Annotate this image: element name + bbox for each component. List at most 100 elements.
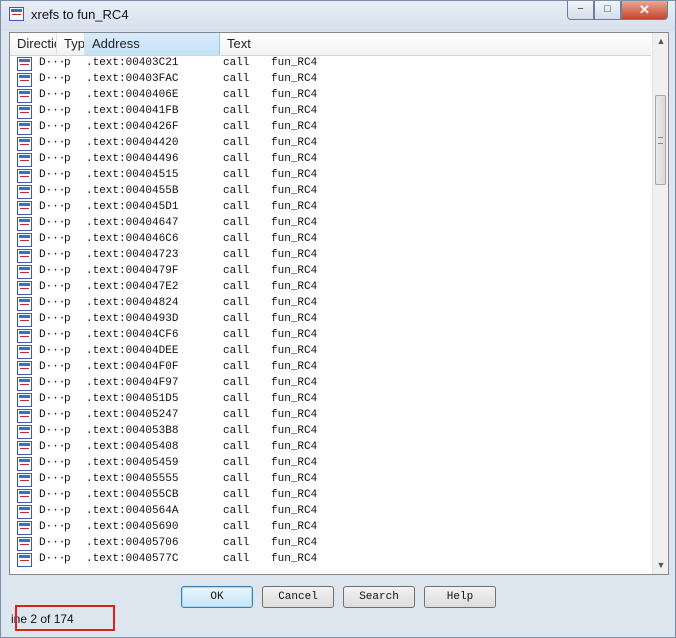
table-row[interactable]: D··· p .text:00403C21 call fun_RC4 <box>10 56 651 72</box>
table-row[interactable]: D··· p .text:00404420 call fun_RC4 <box>10 136 651 152</box>
xref-icon <box>17 233 32 247</box>
target-cell: fun_RC4 <box>271 505 318 517</box>
type-cell: p <box>64 457 71 469</box>
direction-cell: D··· <box>39 425 66 437</box>
instruction-cell: call <box>223 425 250 437</box>
table-row[interactable]: D··· p .text:00405690 call fun_RC4 <box>10 520 651 536</box>
type-cell: p <box>64 153 71 165</box>
target-cell: fun_RC4 <box>271 105 318 117</box>
table-row[interactable]: D··· p .text:0040406E call fun_RC4 <box>10 88 651 104</box>
type-cell: p <box>64 121 71 133</box>
column-header-address[interactable]: Address <box>85 33 220 55</box>
type-cell: p <box>64 313 71 325</box>
address-cell: .text:00405459 <box>86 457 179 469</box>
instruction-cell: call <box>223 121 250 133</box>
type-cell: p <box>64 201 71 213</box>
scroll-up-arrow-icon[interactable]: ▲ <box>653 33 668 50</box>
table-row[interactable]: D··· p .text:00404F97 call fun_RC4 <box>10 376 651 392</box>
maximize-button[interactable]: □ <box>594 1 621 20</box>
table-row[interactable]: D··· p .text:0040493D call fun_RC4 <box>10 312 651 328</box>
instruction-cell: call <box>223 409 250 421</box>
xref-icon <box>17 521 32 535</box>
instruction-cell: call <box>223 345 250 357</box>
column-header-text[interactable]: Text <box>220 33 651 55</box>
table-row[interactable]: D··· p .text:004055CB call fun_RC4 <box>10 488 651 504</box>
type-cell: p <box>64 537 71 549</box>
table-row[interactable]: D··· p .text:00405408 call fun_RC4 <box>10 440 651 456</box>
type-cell: p <box>64 297 71 309</box>
xrefs-list[interactable]: Directio Typ Address Text D··· p .text:004… <box>9 32 669 575</box>
table-row[interactable]: D··· p .text:004046C6 call fun_RC4 <box>10 232 651 248</box>
instruction-cell: call <box>223 297 250 309</box>
column-header-direction[interactable]: Directio <box>10 33 57 55</box>
target-cell: fun_RC4 <box>271 329 318 341</box>
instruction-cell: call <box>223 57 250 69</box>
type-cell: p <box>64 105 71 117</box>
target-cell: fun_RC4 <box>271 137 318 149</box>
direction-cell: D··· <box>39 233 66 245</box>
table-row[interactable]: D··· p .text:004053B8 call fun_RC4 <box>10 424 651 440</box>
address-cell: .text:004046C6 <box>86 233 179 245</box>
table-row[interactable]: D··· p .text:0040426F call fun_RC4 <box>10 120 651 136</box>
type-cell: p <box>64 473 71 485</box>
table-row[interactable]: D··· p .text:0040479F call fun_RC4 <box>10 264 651 280</box>
scroll-down-arrow-icon[interactable]: ▼ <box>653 557 668 574</box>
vertical-scrollbar[interactable]: ▲ ▼ <box>652 33 668 574</box>
xref-icon <box>17 489 32 503</box>
table-row[interactable]: D··· p .text:004045D1 call fun_RC4 <box>10 200 651 216</box>
target-cell: fun_RC4 <box>271 281 318 293</box>
target-cell: fun_RC4 <box>271 249 318 261</box>
table-row[interactable]: D··· p .text:004041FB call fun_RC4 <box>10 104 651 120</box>
table-row[interactable]: D··· p .text:00405459 call fun_RC4 <box>10 456 651 472</box>
direction-cell: D··· <box>39 457 66 469</box>
table-row[interactable]: D··· p .text:00404824 call fun_RC4 <box>10 296 651 312</box>
column-header-type[interactable]: Typ <box>57 33 85 55</box>
direction-cell: D··· <box>39 361 66 373</box>
xref-icon <box>17 313 32 327</box>
table-row[interactable]: D··· p .text:004051D5 call fun_RC4 <box>10 392 651 408</box>
table-row[interactable]: D··· p .text:0040577C call fun_RC4 <box>10 552 651 568</box>
type-cell: p <box>64 169 71 181</box>
direction-cell: D··· <box>39 57 66 69</box>
help-button[interactable]: Help <box>424 586 496 608</box>
table-row[interactable]: D··· p .text:00404DEE call fun_RC4 <box>10 344 651 360</box>
xref-icon <box>17 137 32 151</box>
direction-cell: D··· <box>39 217 66 229</box>
target-cell: fun_RC4 <box>271 217 318 229</box>
instruction-cell: call <box>223 505 250 517</box>
instruction-cell: call <box>223 329 250 341</box>
direction-cell: D··· <box>39 281 66 293</box>
direction-cell: D··· <box>39 393 66 405</box>
scrollbar-thumb[interactable] <box>655 95 666 185</box>
target-cell: fun_RC4 <box>271 441 318 453</box>
table-row[interactable]: D··· p .text:00404515 call fun_RC4 <box>10 168 651 184</box>
xref-icon <box>17 201 32 215</box>
address-cell: .text:00405247 <box>86 409 179 421</box>
cancel-button[interactable]: Cancel <box>262 586 334 608</box>
instruction-cell: call <box>223 265 250 277</box>
table-row[interactable]: D··· p .text:00403FAC call fun_RC4 <box>10 72 651 88</box>
minimize-button[interactable]: − <box>567 1 594 20</box>
search-button[interactable]: Search <box>343 586 415 608</box>
close-button[interactable]: ✕ <box>621 1 668 20</box>
instruction-cell: call <box>223 553 250 565</box>
xref-icon <box>17 281 32 295</box>
table-row[interactable]: D··· p .text:00404CF6 call fun_RC4 <box>10 328 651 344</box>
table-row[interactable]: D··· p .text:00405555 call fun_RC4 <box>10 472 651 488</box>
table-row[interactable]: D··· p .text:00405706 call fun_RC4 <box>10 536 651 552</box>
table-row[interactable]: D··· p .text:00404723 call fun_RC4 <box>10 248 651 264</box>
xref-icon <box>17 537 32 551</box>
target-cell: fun_RC4 <box>271 265 318 277</box>
xref-icon <box>17 121 32 135</box>
table-row[interactable]: D··· p .text:0040455B call fun_RC4 <box>10 184 651 200</box>
table-row[interactable]: D··· p .text:00404496 call fun_RC4 <box>10 152 651 168</box>
direction-cell: D··· <box>39 185 66 197</box>
address-cell: .text:00405555 <box>86 473 179 485</box>
list-rows: D··· p .text:00403C21 call fun_RC4 D··· p .text… <box>10 56 651 568</box>
table-row[interactable]: D··· p .text:004047E2 call fun_RC4 <box>10 280 651 296</box>
table-row[interactable]: D··· p .text:0040564A call fun_RC4 <box>10 504 651 520</box>
ok-button[interactable]: OK <box>181 586 253 608</box>
table-row[interactable]: D··· p .text:00404647 call fun_RC4 <box>10 216 651 232</box>
table-row[interactable]: D··· p .text:00405247 call fun_RC4 <box>10 408 651 424</box>
table-row[interactable]: D··· p .text:00404F0F call fun_RC4 <box>10 360 651 376</box>
